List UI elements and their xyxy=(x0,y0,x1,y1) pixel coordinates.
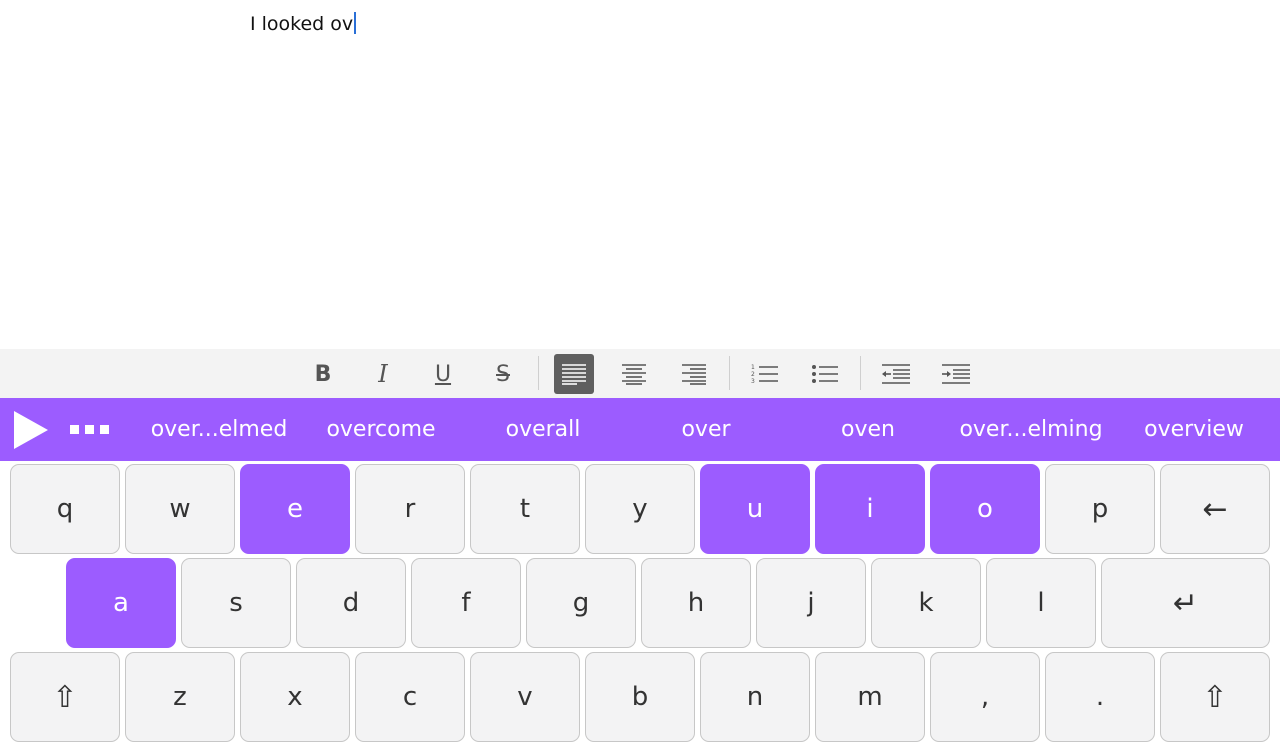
editor-text: I looked ov xyxy=(250,13,354,35)
suggestion-item[interactable]: overall xyxy=(465,398,621,461)
enter-icon: ↵ xyxy=(1172,585,1199,621)
backspace-key[interactable]: ← xyxy=(1160,464,1270,554)
bold-icon: B xyxy=(314,361,332,387)
align-right-icon xyxy=(682,364,706,385)
suggestion-item[interactable]: over...elming xyxy=(950,398,1112,461)
key-a[interactable]: a xyxy=(66,558,176,648)
suggestion-item[interactable]: over xyxy=(630,398,782,461)
strikethrough-icon: S xyxy=(496,361,510,387)
more-dot-icon xyxy=(100,424,109,434)
formatting-toolbar: B I U S 123 xyxy=(0,349,1280,398)
on-screen-keyboard: q w e r t y u i o p ← a s d f g h j k l … xyxy=(0,461,1280,742)
backspace-icon: ← xyxy=(1202,491,1228,527)
shift-icon: ⇧ xyxy=(52,679,78,715)
key-g[interactable]: g xyxy=(526,558,636,648)
svg-text:1: 1 xyxy=(751,364,755,371)
key-d[interactable]: d xyxy=(296,558,406,648)
outdent-button[interactable] xyxy=(876,354,916,394)
play-icon xyxy=(14,411,48,449)
suggestion-item[interactable]: overview xyxy=(1120,398,1268,461)
align-center-button[interactable] xyxy=(614,354,654,394)
align-left-button[interactable] xyxy=(554,354,594,394)
numbered-list-button[interactable]: 123 xyxy=(745,354,785,394)
key-l[interactable]: l xyxy=(986,558,1096,648)
suggestion-item[interactable]: over...elmed xyxy=(140,398,298,461)
svg-text:2: 2 xyxy=(751,371,755,378)
key-w[interactable]: w xyxy=(125,464,235,554)
key-q[interactable]: q xyxy=(10,464,120,554)
outdent-icon xyxy=(882,364,910,384)
underline-button[interactable]: U xyxy=(423,354,463,394)
key-y[interactable]: y xyxy=(585,464,695,554)
more-dot-icon xyxy=(85,424,94,434)
key-o[interactable]: o xyxy=(930,464,1040,554)
more-dot-icon xyxy=(70,424,79,434)
key-r[interactable]: r xyxy=(355,464,465,554)
svg-text:3: 3 xyxy=(751,378,755,385)
italic-button[interactable]: I xyxy=(363,354,403,394)
key-f[interactable]: f xyxy=(411,558,521,648)
indent-button[interactable] xyxy=(936,354,976,394)
key-j[interactable]: j xyxy=(756,558,866,648)
key-period[interactable]: . xyxy=(1045,652,1155,742)
document-editor[interactable]: I looked ov xyxy=(0,0,1280,349)
key-z[interactable]: z xyxy=(125,652,235,742)
key-b[interactable]: b xyxy=(585,652,695,742)
key-c[interactable]: c xyxy=(355,652,465,742)
key-e[interactable]: e xyxy=(240,464,350,554)
toolbar-divider xyxy=(729,356,730,390)
underline-icon: U xyxy=(434,361,452,387)
suggestion-item[interactable]: oven xyxy=(792,398,944,461)
play-button[interactable] xyxy=(10,409,52,451)
word-suggestion-bar: over...elmed overcome overall over oven … xyxy=(0,398,1280,461)
toolbar-divider xyxy=(860,356,861,390)
suggestion-item[interactable]: overcome xyxy=(305,398,457,461)
italic-icon: I xyxy=(378,360,388,388)
toolbar-divider xyxy=(538,356,539,390)
key-m[interactable]: m xyxy=(815,652,925,742)
shift-key-right[interactable]: ⇧ xyxy=(1160,652,1270,742)
key-h[interactable]: h xyxy=(641,558,751,648)
key-x[interactable]: x xyxy=(240,652,350,742)
key-v[interactable]: v xyxy=(470,652,580,742)
numbered-list-icon: 123 xyxy=(751,364,778,385)
text-caret xyxy=(354,12,357,34)
key-k[interactable]: k xyxy=(871,558,981,648)
more-options-button[interactable] xyxy=(70,418,118,440)
enter-key[interactable]: ↵ xyxy=(1101,558,1270,648)
align-center-icon xyxy=(622,364,646,385)
key-u[interactable]: u xyxy=(700,464,810,554)
editor-text-line[interactable]: I looked ov xyxy=(250,12,357,35)
bold-button[interactable]: B xyxy=(303,354,343,394)
shift-key-left[interactable]: ⇧ xyxy=(10,652,120,742)
strikethrough-button[interactable]: S xyxy=(483,354,523,394)
key-n[interactable]: n xyxy=(700,652,810,742)
indent-icon xyxy=(942,364,970,384)
key-p[interactable]: p xyxy=(1045,464,1155,554)
bulleted-list-icon xyxy=(812,365,838,383)
key-comma[interactable]: , xyxy=(930,652,1040,742)
align-right-button[interactable] xyxy=(674,354,714,394)
align-left-icon xyxy=(562,364,586,385)
key-t[interactable]: t xyxy=(470,464,580,554)
key-i[interactable]: i xyxy=(815,464,925,554)
key-s[interactable]: s xyxy=(181,558,291,648)
shift-icon: ⇧ xyxy=(1202,679,1228,715)
bulleted-list-button[interactable] xyxy=(805,354,845,394)
